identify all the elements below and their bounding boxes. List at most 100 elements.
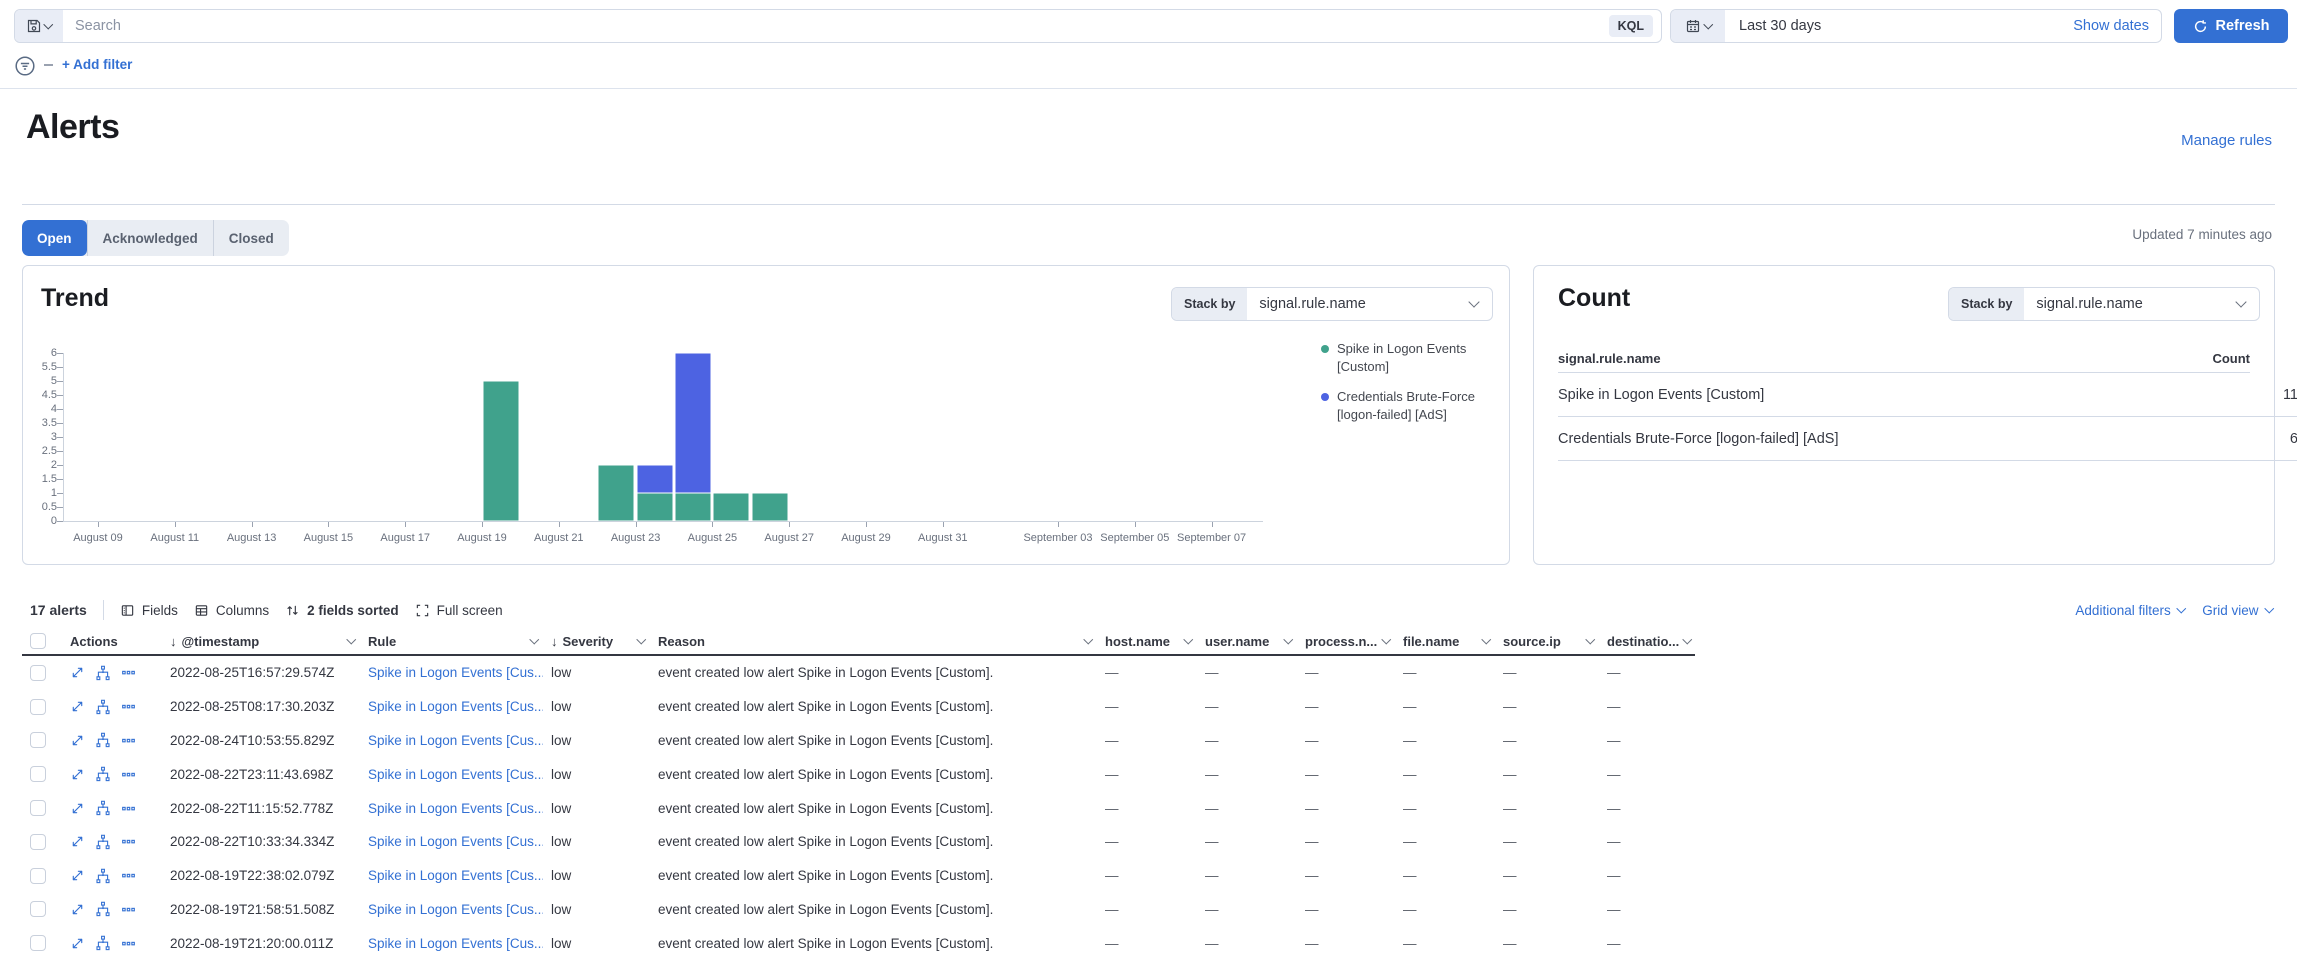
row-checkbox[interactable]: [30, 901, 46, 917]
column-header-process-n-[interactable]: process.n...: [1297, 628, 1395, 654]
calendar-menu-button[interactable]: [1671, 10, 1725, 42]
rule-link[interactable]: Spike in Logon Events [Cus...: [368, 834, 543, 849]
row-checkbox[interactable]: [30, 766, 46, 782]
kql-badge[interactable]: KQL: [1609, 15, 1653, 37]
expand-alert-button[interactable]: [70, 902, 85, 917]
more-actions-button[interactable]: [121, 801, 136, 816]
filter-icon[interactable]: [14, 55, 36, 77]
more-actions-button[interactable]: [121, 699, 136, 714]
count-stack-by-select[interactable]: Stack by signal.rule.name: [1948, 287, 2260, 321]
column-header-source-ip[interactable]: source.ip: [1495, 628, 1599, 654]
row-checkbox[interactable]: [30, 699, 46, 715]
date-range-value[interactable]: Last 30 days: [1725, 18, 2073, 34]
rule-link[interactable]: Spike in Logon Events [Cus...: [368, 801, 543, 816]
row-checkbox[interactable]: [30, 732, 46, 748]
trend-bar-segment[interactable]: [675, 353, 711, 493]
grid-view-button[interactable]: Grid view: [2202, 603, 2272, 618]
trend-bar-segment[interactable]: [598, 465, 634, 521]
count-table-row[interactable]: Credentials Brute-Force [logon-failed] […: [1558, 417, 2297, 461]
row-checkbox[interactable]: [30, 834, 46, 850]
more-actions-button[interactable]: [121, 834, 136, 849]
chevron-down-icon[interactable]: [1481, 634, 1490, 643]
expand-alert-button[interactable]: [70, 767, 85, 782]
chevron-down-icon[interactable]: [1683, 634, 1692, 643]
analyze-event-button[interactable]: [95, 935, 111, 951]
more-actions-button[interactable]: [121, 902, 136, 917]
expand-alert-button[interactable]: [70, 801, 85, 816]
chevron-down-icon[interactable]: [1183, 634, 1192, 643]
column-header-destinatio-[interactable]: destinatio...: [1599, 628, 1695, 654]
add-filter-button[interactable]: + Add filter: [62, 57, 132, 72]
column-header-file-name[interactable]: file.name: [1395, 628, 1495, 654]
tab-open[interactable]: Open: [22, 220, 87, 256]
column-header-@timestamp[interactable]: ↓@timestamp: [162, 628, 360, 654]
more-actions-button[interactable]: [121, 868, 136, 883]
rule-link[interactable]: Spike in Logon Events [Cus...: [368, 733, 543, 748]
analyze-event-button[interactable]: [95, 766, 111, 782]
tab-acknowledged[interactable]: Acknowledged: [87, 220, 213, 256]
columns-button[interactable]: Columns: [194, 603, 269, 618]
analyze-event-button[interactable]: [95, 834, 111, 850]
additional-filters-button[interactable]: Additional filters: [2075, 603, 2184, 618]
chevron-down-icon[interactable]: [1283, 634, 1292, 643]
expand-alert-button[interactable]: [70, 733, 85, 748]
analyze-event-button[interactable]: [95, 800, 111, 816]
refresh-button[interactable]: Refresh: [2174, 9, 2288, 43]
sort-fields-button[interactable]: 2 fields sorted: [285, 603, 399, 618]
rule-link[interactable]: Spike in Logon Events [Cus...: [368, 868, 543, 883]
trend-bar-segment[interactable]: [637, 465, 673, 493]
trend-bar-segment[interactable]: [637, 493, 673, 521]
analyze-event-button[interactable]: [95, 901, 111, 917]
select-all-checkbox[interactable]: [30, 633, 46, 649]
fields-button[interactable]: Fields: [120, 603, 178, 618]
legend-item[interactable]: Credentials Brute-Force [logon-failed] […: [1321, 388, 1503, 423]
expand-alert-button[interactable]: [70, 665, 85, 680]
row-checkbox[interactable]: [30, 868, 46, 884]
analyze-event-button[interactable]: [95, 868, 111, 884]
count-col-count[interactable]: Count: [2212, 351, 2250, 366]
trend-bar-segment[interactable]: [713, 493, 749, 521]
analyze-event-button[interactable]: [95, 699, 111, 715]
rule-link[interactable]: Spike in Logon Events [Cus...: [368, 902, 543, 917]
trend-bar-segment[interactable]: [752, 493, 788, 521]
expand-alert-button[interactable]: [70, 699, 85, 714]
column-header-host-name[interactable]: host.name: [1097, 628, 1197, 654]
tab-closed[interactable]: Closed: [213, 220, 289, 256]
expand-alert-button[interactable]: [70, 834, 85, 849]
trend-bar-segment[interactable]: [675, 493, 711, 521]
more-actions-button[interactable]: [121, 767, 136, 782]
search-input[interactable]: [63, 18, 1609, 34]
rule-link[interactable]: Spike in Logon Events [Cus...: [368, 699, 543, 714]
legend-item[interactable]: Spike in Logon Events [Custom]: [1321, 340, 1503, 375]
column-header-rule[interactable]: Rule: [360, 628, 543, 654]
manage-rules-link[interactable]: Manage rules: [2181, 132, 2272, 149]
count-table-row[interactable]: Spike in Logon Events [Custom]11: [1558, 373, 2297, 417]
count-col-field[interactable]: signal.rule.name: [1558, 351, 1661, 366]
chevron-down-icon[interactable]: [636, 634, 645, 643]
chevron-down-icon[interactable]: [529, 634, 538, 643]
row-checkbox[interactable]: [30, 935, 46, 951]
chevron-down-icon[interactable]: [1381, 634, 1390, 643]
rule-link[interactable]: Spike in Logon Events [Cus...: [368, 936, 543, 951]
chevron-down-icon[interactable]: [346, 634, 355, 643]
trend-bar-segment[interactable]: [483, 381, 519, 521]
column-header-reason[interactable]: Reason: [650, 628, 1097, 654]
row-checkbox[interactable]: [30, 665, 46, 681]
column-header-user-name[interactable]: user.name: [1197, 628, 1297, 654]
rule-link[interactable]: Spike in Logon Events [Cus...: [368, 665, 543, 680]
row-checkbox[interactable]: [30, 800, 46, 816]
analyze-event-button[interactable]: [95, 665, 111, 681]
analyze-event-button[interactable]: [95, 732, 111, 748]
more-actions-button[interactable]: [121, 936, 136, 951]
chevron-down-icon[interactable]: [1083, 634, 1092, 643]
chevron-down-icon[interactable]: [1585, 634, 1594, 643]
rule-link[interactable]: Spike in Logon Events [Cus...: [368, 767, 543, 782]
more-actions-button[interactable]: [121, 665, 136, 680]
show-dates-link[interactable]: Show dates: [2073, 18, 2161, 34]
full-screen-button[interactable]: Full screen: [415, 603, 503, 618]
more-actions-button[interactable]: [121, 733, 136, 748]
expand-alert-button[interactable]: [70, 936, 85, 951]
saved-query-menu-button[interactable]: [15, 10, 63, 42]
expand-alert-button[interactable]: [70, 868, 85, 883]
column-header-severity[interactable]: ↓Severity: [543, 628, 650, 654]
